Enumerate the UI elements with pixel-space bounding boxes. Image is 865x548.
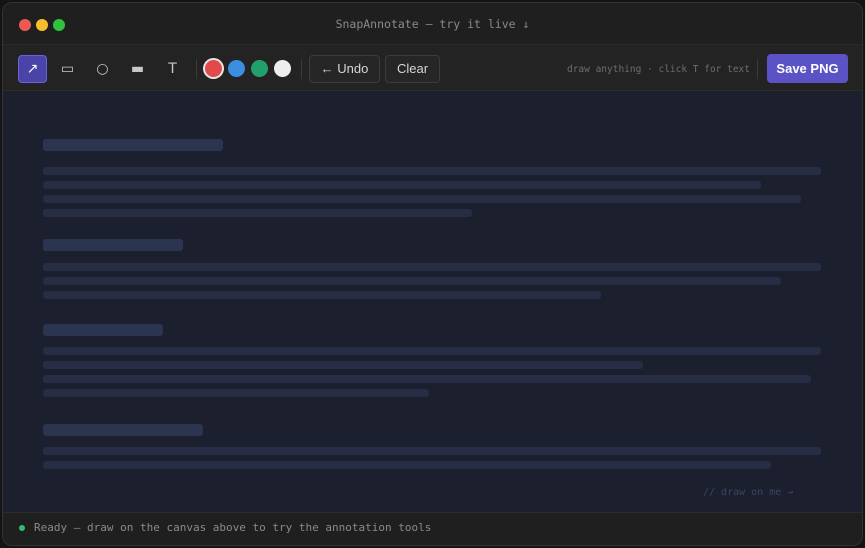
text-icon: T — [168, 61, 177, 77]
placeholder-line — [43, 195, 801, 203]
placeholder-line — [43, 167, 821, 175]
placeholder-heading — [43, 239, 183, 251]
placeholder-line — [43, 447, 821, 455]
toolbar-divider — [757, 59, 758, 79]
arrow-tool-button[interactable]: ↗ — [18, 55, 47, 83]
title-bar: SnapAnnotate — try it live ↓ — [3, 3, 862, 45]
placeholder-line — [43, 263, 821, 271]
circle-icon: ○ — [96, 61, 109, 77]
color-swatch-blue[interactable] — [228, 60, 245, 77]
placeholder-line — [43, 389, 429, 397]
rectangle-tool-button[interactable]: ▭ — [53, 55, 82, 83]
placeholder-heading — [43, 139, 223, 151]
save-png-button[interactable]: Save PNG — [767, 54, 848, 83]
arrow-icon: ↗ — [26, 61, 39, 77]
color-swatch-white[interactable] — [274, 60, 291, 77]
status-indicator-icon — [19, 525, 25, 531]
placeholder-line — [43, 277, 781, 285]
placeholder-line — [43, 461, 771, 469]
window-title: SnapAnnotate — try it live ↓ — [335, 17, 530, 31]
placeholder-line — [43, 361, 643, 369]
color-swatch-red[interactable] — [205, 60, 222, 77]
clear-button[interactable]: Clear — [385, 55, 440, 83]
toolbar: ↗ ▭ ○ ▬ T ← Undo Clear draw anything · c… — [3, 45, 862, 91]
placeholder-heading — [43, 424, 203, 436]
status-bar: Ready — draw on the canvas above to try … — [3, 512, 862, 545]
highlighter-icon: ▬ — [130, 61, 145, 77]
rectangle-icon: ▭ — [60, 61, 75, 77]
text-tool-button[interactable]: T — [158, 55, 187, 83]
undo-button[interactable]: ← Undo — [309, 55, 380, 83]
toolbar-divider — [196, 59, 197, 79]
toolbar-hint: draw anything · click T for text — [566, 64, 750, 75]
status-text: Ready — draw on the canvas above to try … — [34, 521, 432, 534]
color-swatch-green[interactable] — [251, 60, 268, 77]
toolbar-divider — [301, 59, 302, 79]
highlighter-tool-button[interactable]: ▬ — [123, 55, 152, 83]
placeholder-line — [43, 347, 821, 355]
placeholder-line — [43, 209, 472, 217]
placeholder-line — [43, 181, 761, 189]
annotation-canvas[interactable]: // draw on me → — [3, 92, 862, 512]
placeholder-line — [43, 375, 811, 383]
placeholder-heading — [43, 324, 163, 336]
placeholder-line — [43, 291, 601, 299]
canvas-hint: // draw on me → — [703, 487, 794, 498]
ellipse-tool-button[interactable]: ○ — [88, 55, 117, 83]
app-window: SnapAnnotate — try it live ↓ ↗ ▭ ○ ▬ T ←… — [2, 2, 863, 546]
